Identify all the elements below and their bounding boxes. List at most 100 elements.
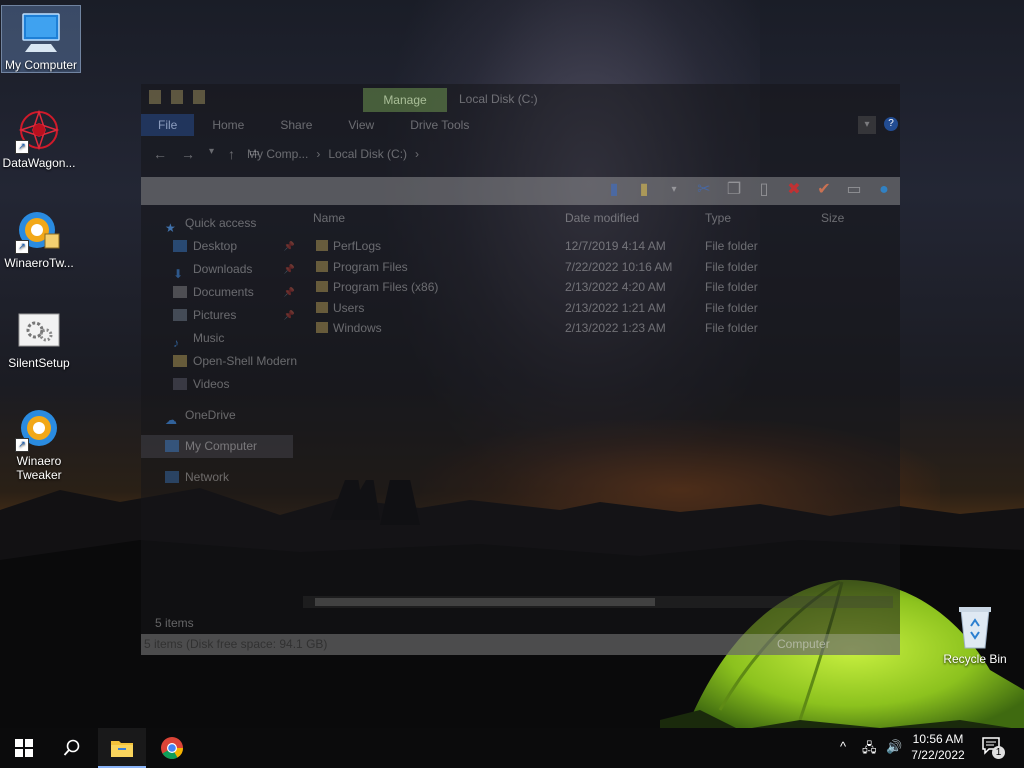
desktop-icon-label: SilentSetup — [8, 356, 70, 370]
music-icon: ♪ — [173, 336, 179, 350]
file-type: File folder — [705, 300, 758, 315]
desktop-icon-recycle-bin[interactable]: Recycle Bin — [936, 600, 1014, 666]
help-icon[interactable]: ? — [884, 117, 898, 131]
status-zone: Computer — [777, 637, 830, 651]
expand-ribbon-chevron-icon[interactable]: ▾ — [858, 116, 876, 134]
breadcrumb-separator[interactable]: › — [316, 147, 320, 161]
chrome-taskbar-button[interactable] — [148, 728, 196, 768]
file-type: File folder — [705, 280, 758, 294]
file-explorer-taskbar-button[interactable] — [98, 728, 146, 768]
breadcrumb[interactable]: My Comp... › Local Disk (C:) › — [247, 147, 419, 161]
star-icon: ★ — [165, 221, 176, 235]
dropdown-chevron-icon[interactable]: ▾ — [664, 180, 684, 200]
tab-manage[interactable]: Manage — [363, 88, 447, 112]
breadcrumb-separator[interactable]: › — [415, 147, 419, 161]
desktop-icon-datawagon[interactable]: ↗ DataWagon... — [0, 104, 78, 170]
start-button[interactable] — [0, 728, 48, 768]
list-item[interactable]: Users 2/13/2022 1:21 AM File folder — [313, 298, 893, 319]
windows-logo-icon — [15, 739, 33, 757]
pin-icon[interactable]: 📌 — [284, 258, 295, 281]
forward-arrow-icon[interactable]: → — [181, 146, 195, 162]
file-type: File folder — [705, 239, 758, 253]
properties-icon[interactable] — [149, 90, 161, 104]
horizontal-scrollbar[interactable] — [303, 596, 893, 608]
nav-item-downloads[interactable]: ⬇ Downloads 📌 — [141, 258, 301, 281]
desktop-icon-winaero-tweaker-2[interactable]: ↗ Winaero Tweaker — [0, 402, 78, 482]
show-hidden-icons-chevron-icon[interactable]: ^ — [840, 739, 846, 754]
item-count: 5 items — [155, 616, 194, 630]
breadcrumb-item[interactable]: My Comp... — [247, 147, 308, 161]
list-item[interactable]: Program Files (x86) 2/13/2022 4:20 AM Fi… — [313, 277, 893, 298]
back-arrow-icon[interactable]: ← — [153, 146, 167, 162]
column-headers: Name Date modified Type Size — [313, 211, 893, 231]
cut-icon[interactable]: ✂ — [694, 180, 714, 200]
up-arrow-icon[interactable]: ↑ — [228, 146, 235, 162]
search-button[interactable] — [48, 728, 96, 768]
desktop-icon-silentsetup[interactable]: SilentSetup — [0, 304, 78, 370]
folder-icon — [316, 281, 328, 292]
desktop-icon-winaerotweaker-1[interactable]: ↗ WinaeroTw... — [0, 204, 78, 270]
nav-item-open-shell-modern[interactable]: Open-Shell Modern — [141, 350, 301, 373]
clock-time: 10:56 AM — [912, 732, 964, 746]
datawagon-icon: ↗ — [15, 108, 63, 154]
properties-icon[interactable]: ▭ — [844, 180, 864, 200]
monitor-icon — [17, 10, 65, 56]
nav-item-documents[interactable]: Documents 📌 — [141, 281, 301, 304]
breadcrumb-item[interactable]: Local Disk (C:) — [328, 147, 407, 161]
desktop-icon-my-computer[interactable]: My Computer — [1, 5, 81, 73]
nav-item-pictures[interactable]: Pictures 📌 — [141, 304, 301, 327]
nav-item-videos[interactable]: Videos — [141, 373, 301, 396]
column-header-size[interactable]: Size — [821, 211, 844, 225]
ribbon-tabs: File Home Share View Drive Tools ▾ ? — [141, 114, 900, 136]
list-item[interactable]: PerfLogs 12/7/2019 4:14 AM File folder — [313, 236, 893, 257]
tab-home[interactable]: Home — [194, 114, 262, 136]
copy-to-icon[interactable]: ▮ — [634, 180, 654, 200]
pin-icon[interactable]: 📌 — [284, 235, 295, 258]
title-bar[interactable]: Manage Local Disk (C:) — [141, 84, 900, 114]
tab-drive-tools[interactable]: Drive Tools — [392, 114, 487, 136]
nav-item-quick-access[interactable]: ★ Quick access — [141, 212, 301, 235]
network-icon[interactable]: 🖧 — [862, 739, 877, 761]
file-explorer-window[interactable]: Manage Local Disk (C:) File Home Share V… — [141, 84, 900, 655]
nav-item-my-computer[interactable]: My Computer — [141, 435, 293, 458]
scrollbar-thumb[interactable] — [315, 598, 655, 606]
system-clock[interactable]: 10:56 AM 7/22/2022 — [906, 731, 970, 763]
list-item[interactable]: Windows 2/13/2022 1:23 AM File folder — [313, 318, 893, 339]
move-to-icon[interactable]: ▮ — [604, 180, 624, 200]
tab-share[interactable]: Share — [262, 114, 330, 136]
videos-icon — [173, 378, 187, 390]
paste-icon[interactable]: ▯ — [754, 180, 774, 200]
pictures-icon — [173, 309, 187, 321]
tab-view[interactable]: View — [330, 114, 392, 136]
new-folder-icon[interactable] — [171, 90, 183, 104]
delete-icon[interactable]: ✖ — [784, 180, 804, 200]
file-name: Windows — [333, 321, 382, 335]
winaero-tweaker-icon: ↗ — [15, 406, 63, 452]
volume-icon[interactable]: 🔊 — [886, 739, 902, 755]
taskbar: ^ 🖧 🔊 10:56 AM 7/22/2022 1 — [0, 728, 1024, 768]
list-item[interactable]: Program Files 7/22/2022 10:16 AM File fo… — [313, 257, 893, 278]
tab-file[interactable]: File — [141, 114, 195, 136]
computer-icon — [165, 440, 179, 452]
pin-icon[interactable]: 📌 — [284, 281, 295, 304]
copy-icon[interactable]: ❐ — [724, 180, 744, 200]
nav-item-onedrive[interactable]: ☁ OneDrive — [141, 404, 301, 427]
address-bar[interactable]: ← → ▾ ↑ ▭ My Comp... › Local Disk (C:) › — [141, 136, 900, 172]
recent-locations-chevron-icon[interactable]: ▾ — [209, 146, 214, 162]
globe-icon[interactable]: ● — [874, 180, 894, 200]
pin-icon[interactable]: 📌 — [284, 304, 295, 327]
nav-item-desktop[interactable]: Desktop 📌 — [141, 235, 301, 258]
downloads-icon: ⬇ — [173, 267, 184, 281]
column-header-type[interactable]: Type — [705, 211, 731, 225]
action-center-button[interactable]: 1 — [982, 737, 1005, 759]
nav-item-network[interactable]: Network — [141, 466, 301, 489]
folder-icon[interactable] — [193, 90, 205, 104]
desktop-icon-label: DataWagon... — [2, 156, 76, 170]
nav-item-music[interactable]: ♪ Music — [141, 327, 301, 350]
column-header-name[interactable]: Name — [313, 211, 345, 225]
folder-icon — [316, 260, 328, 272]
shortcut-arrow-icon: ↗ — [15, 240, 29, 254]
rename-check-icon[interactable]: ✔ — [814, 180, 834, 200]
column-header-date[interactable]: Date modified — [565, 211, 639, 225]
search-icon — [63, 739, 80, 756]
